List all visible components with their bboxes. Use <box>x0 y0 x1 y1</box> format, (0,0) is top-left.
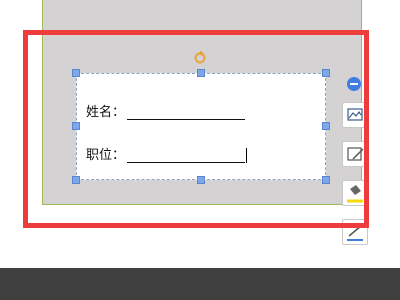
layout-options-icon <box>347 108 363 121</box>
collapse-minus-icon[interactable] <box>347 77 361 91</box>
resize-handle-left[interactable] <box>72 122 80 130</box>
resize-handle-bottom-left[interactable] <box>72 176 80 184</box>
resize-handle-top-right[interactable] <box>322 69 330 77</box>
position-label: 职位： <box>86 148 126 163</box>
resize-handle-bottom[interactable] <box>197 176 205 184</box>
position-underline <box>127 148 246 163</box>
bottom-bar <box>0 268 400 300</box>
resize-handle-top-left[interactable] <box>72 69 80 77</box>
shape-outline-icon <box>347 147 364 161</box>
line-color-icon <box>347 225 363 241</box>
resize-handle-top[interactable] <box>197 69 205 77</box>
shape-outline-button[interactable] <box>342 141 368 167</box>
resize-handle-right[interactable] <box>322 122 330 130</box>
rotate-icon[interactable] <box>193 50 207 64</box>
layout-options-button[interactable] <box>342 102 368 128</box>
name-label: 姓名： <box>86 105 126 120</box>
document-canvas: 姓名： 职位： <box>0 0 400 268</box>
text-box[interactable]: 姓名： 职位： <box>76 73 326 180</box>
fill-color-button[interactable] <box>342 180 368 206</box>
fill-bucket-icon <box>347 185 363 203</box>
text-cursor <box>246 148 248 163</box>
line-color-button[interactable] <box>342 219 368 245</box>
name-underline <box>127 105 246 120</box>
resize-handle-bottom-right[interactable] <box>322 176 330 184</box>
name-field[interactable]: 姓名： <box>86 101 246 120</box>
position-field[interactable]: 职位： <box>86 144 248 163</box>
